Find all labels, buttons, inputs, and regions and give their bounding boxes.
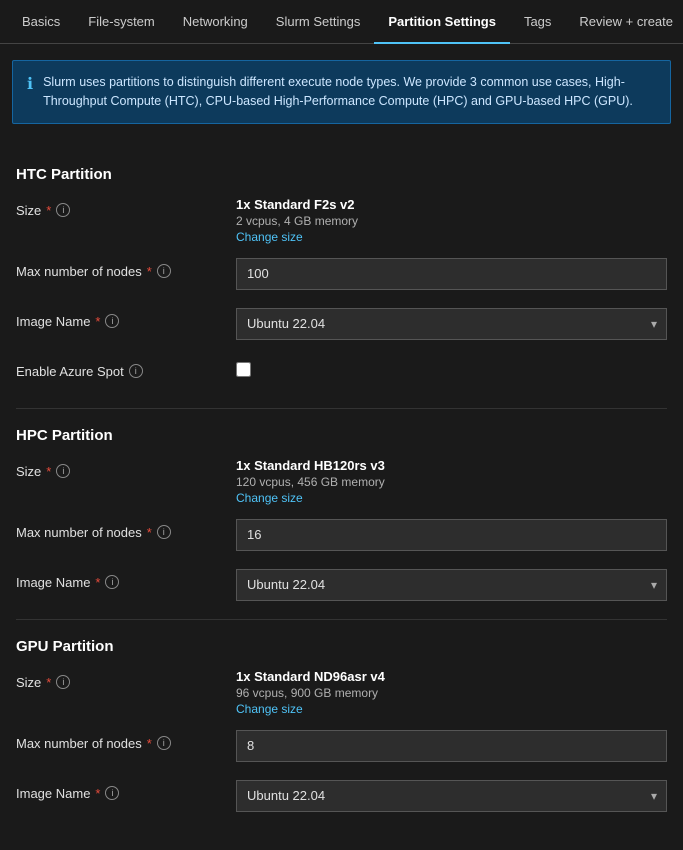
gpu-change-size-link[interactable]: Change size <box>236 702 667 716</box>
htc-image-select[interactable]: Ubuntu 22.04 <box>236 308 667 340</box>
gpu-size-name: 1x Standard ND96asr v4 <box>236 669 667 684</box>
info-banner: ℹ Slurm uses partitions to distinguish d… <box>12 60 671 124</box>
tab-networking[interactable]: Networking <box>169 0 262 44</box>
tab-basics[interactable]: Basics <box>8 0 74 44</box>
gpu-image-label: Image Name * i <box>16 780 236 801</box>
hpc-max-nodes-value <box>236 519 667 551</box>
gpu-max-nodes-label: Max number of nodes * i <box>16 730 236 751</box>
htc-max-nodes-info-icon[interactable]: i <box>157 264 171 278</box>
hpc-gpu-divider <box>16 619 667 620</box>
hpc-size-value: 1x Standard HB120rs v3 120 vcpus, 456 GB… <box>236 458 667 505</box>
hpc-size-info-icon[interactable]: i <box>56 464 70 478</box>
htc-image-select-wrapper: Ubuntu 22.04 ▾ <box>236 308 667 340</box>
gpu-max-nodes-value <box>236 730 667 762</box>
info-icon: ℹ <box>27 74 33 94</box>
gpu-image-required: * <box>95 786 100 801</box>
hpc-size-specs: 120 vcpus, 456 GB memory <box>236 475 667 489</box>
htc-azure-spot-info-icon[interactable]: i <box>129 364 143 378</box>
htc-size-row: Size * i 1x Standard F2s v2 2 vcpus, 4 G… <box>16 197 667 244</box>
hpc-size-label: Size * i <box>16 458 236 479</box>
gpu-max-nodes-info-icon[interactable]: i <box>157 736 171 750</box>
hpc-image-info-icon[interactable]: i <box>105 575 119 589</box>
banner-text: Slurm uses partitions to distinguish dif… <box>43 73 656 111</box>
htc-azure-spot-value <box>236 358 667 377</box>
hpc-max-nodes-required: * <box>147 525 152 540</box>
htc-image-label: Image Name * i <box>16 308 236 329</box>
hpc-change-size-link[interactable]: Change size <box>236 491 667 505</box>
htc-azure-spot-row: Enable Azure Spot i <box>16 358 667 394</box>
hpc-size-row: Size * i 1x Standard HB120rs v3 120 vcpu… <box>16 458 667 505</box>
htc-image-info-icon[interactable]: i <box>105 314 119 328</box>
hpc-max-nodes-row: Max number of nodes * i <box>16 519 667 555</box>
htc-max-nodes-label: Max number of nodes * i <box>16 258 236 279</box>
hpc-image-required: * <box>95 575 100 590</box>
gpu-max-nodes-required: * <box>147 736 152 751</box>
htc-azure-spot-checkbox[interactable] <box>236 362 251 377</box>
htc-max-nodes-input[interactable] <box>236 258 667 290</box>
hpc-image-select-wrapper: Ubuntu 22.04 ▾ <box>236 569 667 601</box>
tab-review[interactable]: Review + create <box>565 0 683 44</box>
gpu-image-info-icon[interactable]: i <box>105 786 119 800</box>
htc-image-row: Image Name * i Ubuntu 22.04 ▾ <box>16 308 667 344</box>
gpu-image-select-wrapper: Ubuntu 22.04 ▾ <box>236 780 667 812</box>
gpu-size-row: Size * i 1x Standard ND96asr v4 96 vcpus… <box>16 669 667 716</box>
htc-change-size-link[interactable]: Change size <box>236 230 667 244</box>
hpc-section-header: HPC Partition <box>16 427 667 444</box>
tab-tags[interactable]: Tags <box>510 0 565 44</box>
gpu-size-info-icon[interactable]: i <box>56 675 70 689</box>
hpc-size-required: * <box>46 464 51 479</box>
htc-size-label: Size * i <box>16 197 236 218</box>
htc-azure-spot-label: Enable Azure Spot i <box>16 358 236 379</box>
gpu-image-value: Ubuntu 22.04 ▾ <box>236 780 667 812</box>
gpu-size-required: * <box>46 675 51 690</box>
gpu-size-label: Size * i <box>16 669 236 690</box>
htc-section-header: HTC Partition <box>16 166 667 183</box>
tab-partition[interactable]: Partition Settings <box>374 0 510 44</box>
gpu-image-select[interactable]: Ubuntu 22.04 <box>236 780 667 812</box>
htc-size-specs: 2 vcpus, 4 GB memory <box>236 214 667 228</box>
htc-max-nodes-value <box>236 258 667 290</box>
nav-tabs: Basics File-system Networking Slurm Sett… <box>0 0 683 44</box>
hpc-max-nodes-input[interactable] <box>236 519 667 551</box>
hpc-image-select[interactable]: Ubuntu 22.04 <box>236 569 667 601</box>
htc-size-name: 1x Standard F2s v2 <box>236 197 667 212</box>
hpc-image-value: Ubuntu 22.04 ▾ <box>236 569 667 601</box>
gpu-size-value: 1x Standard ND96asr v4 96 vcpus, 900 GB … <box>236 669 667 716</box>
hpc-size-name: 1x Standard HB120rs v3 <box>236 458 667 473</box>
hpc-max-nodes-info-icon[interactable]: i <box>157 525 171 539</box>
tab-filesystem[interactable]: File-system <box>74 0 168 44</box>
htc-size-value: 1x Standard F2s v2 2 vcpus, 4 GB memory … <box>236 197 667 244</box>
hpc-max-nodes-label: Max number of nodes * i <box>16 519 236 540</box>
gpu-image-row: Image Name * i Ubuntu 22.04 ▾ <box>16 780 667 816</box>
htc-image-value: Ubuntu 22.04 ▾ <box>236 308 667 340</box>
htc-size-required: * <box>46 203 51 218</box>
htc-hpc-divider <box>16 408 667 409</box>
htc-max-nodes-row: Max number of nodes * i <box>16 258 667 294</box>
htc-size-info-icon[interactable]: i <box>56 203 70 217</box>
htc-image-required: * <box>95 314 100 329</box>
hpc-image-row: Image Name * i Ubuntu 22.04 ▾ <box>16 569 667 605</box>
hpc-image-label: Image Name * i <box>16 569 236 590</box>
gpu-size-specs: 96 vcpus, 900 GB memory <box>236 686 667 700</box>
gpu-max-nodes-input[interactable] <box>236 730 667 762</box>
htc-max-nodes-required: * <box>147 264 152 279</box>
main-content: HTC Partition Size * i 1x Standard F2s v… <box>0 140 683 850</box>
gpu-max-nodes-row: Max number of nodes * i <box>16 730 667 766</box>
gpu-section-header: GPU Partition <box>16 638 667 655</box>
tab-slurm[interactable]: Slurm Settings <box>262 0 375 44</box>
